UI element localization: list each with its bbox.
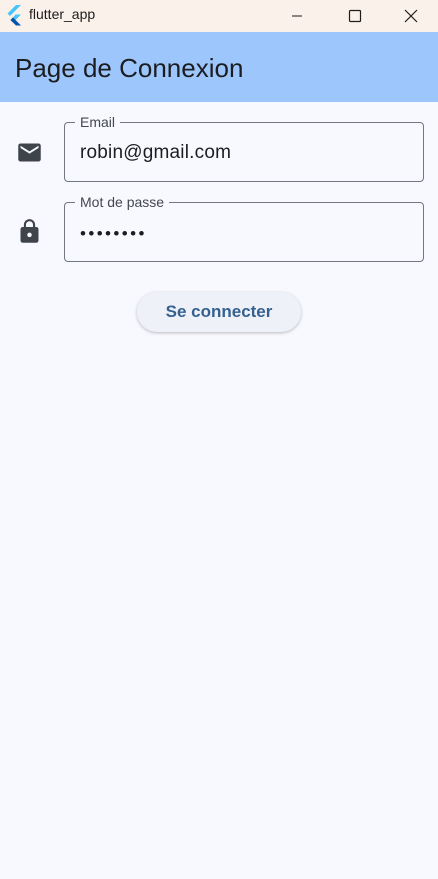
- window-titlebar[interactable]: flutter_app: [0, 0, 438, 32]
- minimize-button[interactable]: [268, 0, 326, 32]
- maximize-button[interactable]: [326, 0, 384, 32]
- app-bar: Page de Connexion: [0, 32, 438, 102]
- lock-icon: [20, 219, 39, 243]
- email-field[interactable]: Email robin@gmail.com: [64, 113, 424, 182]
- password-field[interactable]: Mot de passe ••••••••: [64, 193, 424, 262]
- password-label: Mot de passe: [75, 193, 170, 211]
- maximize-icon: [348, 9, 362, 23]
- email-input[interactable]: robin@gmail.com: [80, 142, 231, 164]
- page-title: Page de Connexion: [15, 53, 244, 83]
- flutter-logo-icon: [7, 5, 21, 26]
- mail-icon: [18, 143, 41, 162]
- login-button[interactable]: Se connecter: [137, 292, 301, 332]
- minimize-icon: [292, 15, 302, 17]
- close-button[interactable]: [384, 0, 438, 32]
- window-title: flutter_app: [29, 6, 96, 22]
- close-icon: [404, 9, 418, 23]
- password-input[interactable]: ••••••••: [80, 223, 147, 245]
- email-label: Email: [75, 113, 121, 131]
